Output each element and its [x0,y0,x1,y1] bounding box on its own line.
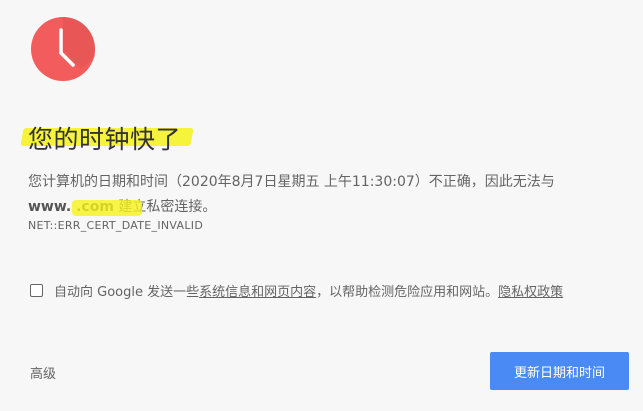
host-name: www. .com [28,195,142,220]
page-title: 您的时钟快了 [28,125,182,154]
error-code: NET::ERR_CERT_DATE_INVALID [28,219,204,232]
host-redaction-mark [72,200,142,216]
report-checkbox[interactable] [30,284,43,297]
title-container: 您的时钟快了 [20,118,194,158]
report-text-after-link: ，以帮助检测危险应用和网站。 [316,285,499,300]
report-option: 自动向 Google 发送一些 系统信息和网页内容 ，以帮助检测危险应用和网站。… [30,281,563,300]
advanced-button[interactable]: 高级 [30,363,56,382]
report-text-before-link: 自动向 Google 发送一些 [54,285,200,300]
error-description: 您计算机的日期和时间（2020年8月7日星期五 上午11:30:07）不正确，因… [28,170,618,220]
privacy-policy-link[interactable]: 隐私权政策 [498,281,563,300]
clock-icon [31,17,95,81]
description-line-1: 您计算机的日期和时间（2020年8月7日星期五 上午11:30:07）不正确，因… [28,174,555,190]
system-info-link[interactable]: 系统信息和网页内容 [199,281,316,300]
description-line-2: www. .com 建立私密连接。 [28,195,618,220]
update-date-time-button[interactable]: 更新日期和时间 [490,352,629,390]
error-page: 您的时钟快了 您计算机的日期和时间（2020年8月7日星期五 上午11:30:0… [0,0,643,411]
